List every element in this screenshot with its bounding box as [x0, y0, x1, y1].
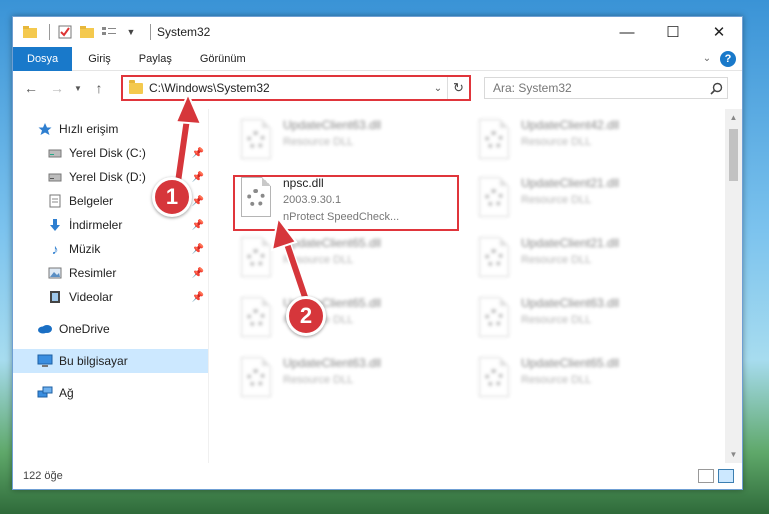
step-1-marker: 1 — [152, 177, 192, 217]
annotation-arrows — [171, 91, 311, 305]
step-2-marker: 2 — [286, 296, 326, 336]
